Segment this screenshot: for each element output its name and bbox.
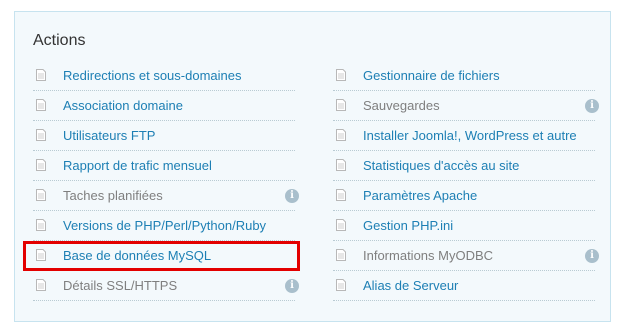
action-label[interactable]: Utilisateurs FTP [63, 128, 155, 143]
document-icon [336, 99, 346, 111]
action-base-donnees-mysql[interactable]: Base de données MySQL [33, 241, 295, 271]
action-label[interactable]: Association domaine [63, 98, 183, 113]
action-label: Sauvegardes [363, 98, 440, 113]
action-details-ssl: Détails SSL/HTTPS i [33, 271, 299, 301]
action-association-domaine[interactable]: Association domaine [33, 91, 295, 121]
info-icon[interactable]: i [285, 279, 299, 293]
document-icon [336, 69, 346, 81]
panel-title: Actions [33, 32, 86, 49]
action-sauvegardes: Sauvegardes i [333, 91, 599, 121]
action-gestionnaire-fichiers[interactable]: Gestionnaire de fichiers [333, 61, 595, 91]
action-redirections[interactable]: Redirections et sous-domaines [33, 61, 295, 91]
document-icon [36, 129, 46, 141]
action-rapport-trafic[interactable]: Rapport de trafic mensuel [33, 151, 295, 181]
document-icon [336, 129, 346, 141]
document-icon [36, 159, 46, 171]
info-icon[interactable]: i [585, 99, 599, 113]
action-label[interactable]: Gestionnaire de fichiers [363, 68, 500, 83]
actions-left-column: Redirections et sous-domaines Associatio… [33, 61, 299, 301]
actions-panel: Actions Redirections et sous-domaines As… [14, 11, 611, 322]
action-label[interactable]: Installer Joomla!, WordPress et autre [363, 128, 577, 143]
action-label[interactable]: Alias de Serveur [363, 278, 458, 293]
document-icon [336, 189, 346, 201]
info-icon[interactable]: i [285, 189, 299, 203]
action-label: Détails SSL/HTTPS [63, 278, 178, 293]
document-icon [336, 279, 346, 291]
document-icon [36, 219, 46, 231]
action-label[interactable]: Paramètres Apache [363, 188, 477, 203]
action-label[interactable]: Base de données MySQL [63, 248, 211, 263]
info-icon[interactable]: i [585, 249, 599, 263]
document-icon [36, 189, 46, 201]
action-taches-planifiees: Taches planifiées i [33, 181, 299, 211]
action-label[interactable]: Redirections et sous-domaines [63, 68, 241, 83]
action-utilisateurs-ftp[interactable]: Utilisateurs FTP [33, 121, 295, 151]
action-installer-joomla[interactable]: Installer Joomla!, WordPress et autre [333, 121, 595, 151]
document-icon [36, 279, 46, 291]
action-label[interactable]: Gestion PHP.ini [363, 218, 453, 233]
action-label[interactable]: Rapport de trafic mensuel [63, 158, 212, 173]
document-icon [336, 159, 346, 171]
document-icon [336, 249, 346, 261]
action-label[interactable]: Statistiques d'accès au site [363, 158, 519, 173]
document-icon [336, 219, 346, 231]
action-label: Informations MyODBC [363, 248, 494, 263]
document-icon [36, 69, 46, 81]
actions-right-column: Gestionnaire de fichiers Sauvegardes i I… [333, 61, 599, 301]
action-label[interactable]: Versions de PHP/Perl/Python/Ruby [63, 218, 266, 233]
action-statistiques-acces[interactable]: Statistiques d'accès au site [333, 151, 595, 181]
action-versions-php[interactable]: Versions de PHP/Perl/Python/Ruby [33, 211, 295, 241]
action-informations-myodbc: Informations MyODBC i [333, 241, 599, 271]
action-parametres-apache[interactable]: Paramètres Apache [333, 181, 595, 211]
action-label: Taches planifiées [63, 188, 163, 203]
document-icon [36, 249, 46, 261]
action-gestion-php-ini[interactable]: Gestion PHP.ini [333, 211, 595, 241]
document-icon [36, 99, 46, 111]
action-alias-serveur[interactable]: Alias de Serveur [333, 271, 595, 301]
